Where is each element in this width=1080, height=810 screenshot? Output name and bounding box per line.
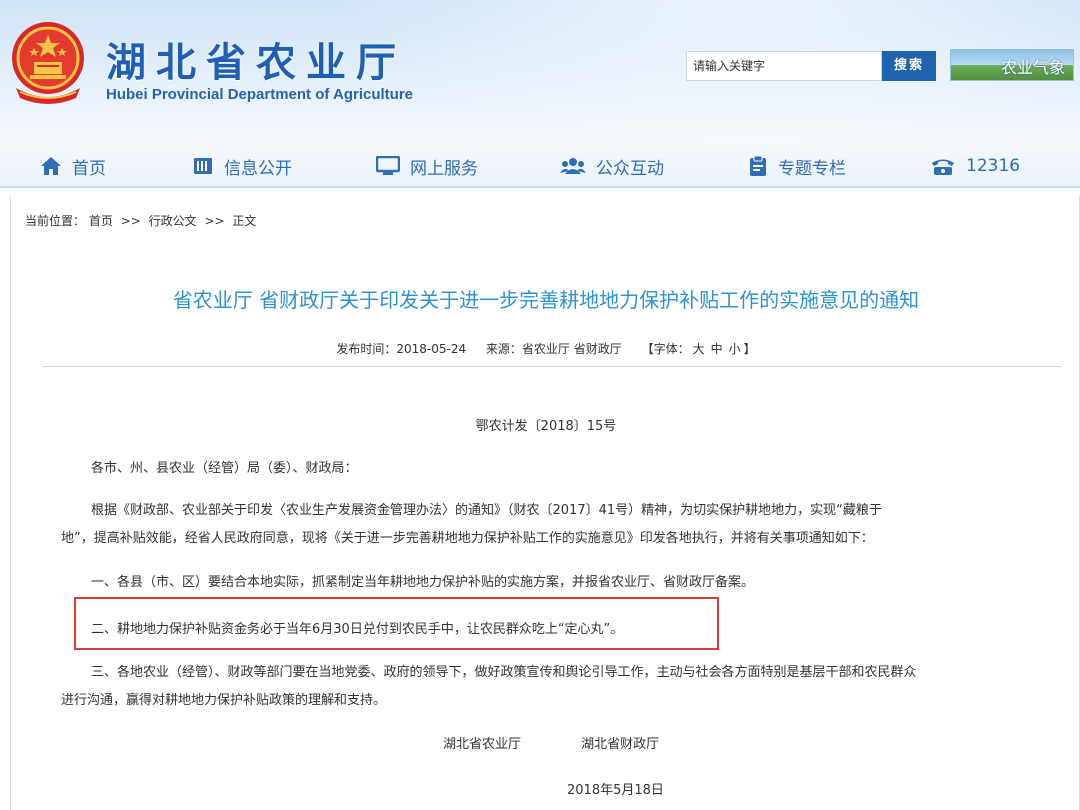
nav-item-info-disclosure[interactable]: 信息公开: [192, 146, 292, 186]
document-number: 鄂农计发〔2018〕15号: [475, 419, 617, 434]
font-size-large[interactable]: 大: [693, 342, 705, 356]
paragraph-1-line-2: 地”，提高补贴效能，经省人民政府同意，现将《关于进一步完善耕地地力保护补贴工作的…: [61, 531, 874, 546]
phone-icon: [932, 159, 954, 175]
agri-weather-banner[interactable]: 农业气象: [950, 49, 1074, 81]
monitor-icon: [376, 156, 400, 175]
item-3-line-2: 进行沟通，赢得对耕地地力保护补贴政策的理解和支持。: [61, 693, 387, 708]
clipboard-icon: [750, 155, 766, 176]
nav-item-online-services[interactable]: 网上服务: [376, 146, 478, 186]
paragraph-1-line-1: 根据《财政部、农业部关于印发〈农业生产发展资金管理办法〉的通知》（财农〔2017…: [91, 503, 882, 518]
signatory-agriculture: 湖北省农业厅: [443, 737, 522, 752]
item-3-line-1: 三、各地农业（经管）、财政等部门要在当地党委、政府的领导下，做好政策宣传和舆论引…: [91, 665, 917, 680]
national-emblem-logo: [12, 22, 84, 104]
breadcrumb-prefix: 当前位置：: [25, 214, 86, 228]
item-1: 一、各县（市、区）要结合本地实际，抓紧制定当年耕地地力保护补贴的实施方案，并报省…: [91, 575, 755, 590]
nav-label: 专题专栏: [778, 158, 846, 179]
font-size-medium[interactable]: 中: [711, 342, 723, 356]
main-nav: 首页 信息公开 网上服务 公众互动 专题专栏 12316: [0, 146, 1080, 186]
article-meta: 发布时间：2018-05-24 来源：省农业厅 省财政厅 【字体：大中小】: [11, 340, 1080, 357]
nav-item-public-interaction[interactable]: 公众互动: [560, 146, 664, 186]
nav-label: 12316: [966, 156, 1021, 176]
salutation: 各市、州、县农业（经管）局（委）、财政局：: [91, 461, 358, 476]
nav-divider: [0, 186, 1080, 188]
title-divider: [43, 366, 1061, 367]
site-title-english: Hubei Provincial Department of Agricultu…: [106, 86, 413, 103]
nav-label: 网上服务: [410, 158, 478, 179]
agri-weather-label: 农业气象: [1000, 58, 1065, 77]
breadcrumb-separator: >>: [120, 214, 141, 228]
signatory-finance: 湖北省财政厅: [581, 737, 660, 752]
site-title-chinese: 湖北省农业厅: [106, 39, 406, 86]
breadcrumb-admin-docs-link[interactable]: 行政公文: [149, 214, 197, 228]
search-button[interactable]: 搜索: [882, 51, 936, 81]
users-icon: [560, 158, 586, 174]
article-source: 来源：省农业厅 省财政厅: [485, 342, 622, 356]
nav-label: 信息公开: [224, 158, 292, 179]
nav-item-special-topics[interactable]: 专题专栏: [748, 146, 846, 186]
site-header: 湖北省农业厅 Hubei Provincial Department of Ag…: [0, 0, 1080, 188]
font-size-selector: 【字体：大中小】: [642, 342, 756, 356]
search-input[interactable]: 请输入关键字: [686, 51, 882, 81]
breadcrumb-home-link[interactable]: 首页: [89, 214, 113, 228]
breadcrumb-separator: >>: [204, 214, 225, 228]
font-size-prefix: 【字体：: [641, 342, 690, 356]
signatories: 湖北省农业厅 湖北省财政厅: [443, 733, 715, 752]
nav-label: 公众互动: [596, 158, 664, 179]
item-2: 二、耕地地力保护补贴资金务必于当年6月30日兑付到农民手中，让农民群众吃上“定心…: [91, 622, 624, 637]
article-title: 省农业厅 省财政厅关于印发关于进一步完善耕地地力保护补贴工作的实施意见的通知: [172, 288, 920, 312]
nav-item-home[interactable]: 首页: [40, 146, 106, 186]
font-size-small[interactable]: 小: [729, 342, 741, 356]
nav-item-12316-hotline[interactable]: 12316: [930, 146, 1020, 186]
document-date: 2018年5月18日: [567, 783, 664, 798]
home-icon: [41, 157, 61, 175]
nav-label: 首页: [72, 158, 106, 179]
publish-time: 发布时间：2018-05-24: [336, 342, 467, 356]
font-size-suffix: 】: [743, 342, 756, 356]
breadcrumb-current: 正文: [232, 214, 257, 228]
document-icon: [194, 158, 212, 174]
article-container: 当前位置： 首页 >> 行政公文 >> 正文 省农业厅 省财政厅关于印发关于进一…: [10, 196, 1080, 810]
breadcrumb: 当前位置： 首页 >> 行政公文 >> 正文: [25, 212, 256, 229]
